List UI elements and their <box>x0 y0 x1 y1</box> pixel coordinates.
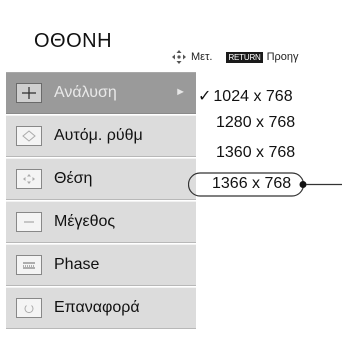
menu-item-label: Ανάλυση <box>54 84 117 101</box>
page-title: ΟΘΟΝΗ <box>34 30 113 52</box>
crosshair-icon <box>16 83 42 103</box>
menu-item-size[interactable]: Μέγεθος <box>6 201 196 243</box>
menu-item-auto-adjust[interactable]: Αυτόμ. ρύθμ <box>6 115 196 157</box>
menu-item-reset[interactable]: Επαναφορά <box>6 287 196 329</box>
settings-menu: Ανάλυση ► Αυτόμ. ρύθμ Θέση Μέγεθος Phase… <box>6 72 196 342</box>
menu-item-label: Θέση <box>54 170 93 187</box>
menu-item-position[interactable]: Θέση <box>6 158 196 200</box>
resolution-option-label: 1366 x 768 <box>212 175 292 192</box>
four-way-arrow-icon <box>172 50 186 64</box>
resolution-option-1280[interactable]: 1280 x 768 <box>216 114 295 132</box>
reset-icon <box>16 298 42 318</box>
resolution-option-1360[interactable]: 1360 x 768 <box>216 144 295 162</box>
size-icon <box>16 212 42 232</box>
move-hint-label: Μετ. <box>191 51 213 63</box>
menu-item-label: Επαναφορά <box>54 299 140 316</box>
menu-item-resolution[interactable]: Ανάλυση ► <box>6 72 196 114</box>
submenu-arrow-icon: ► <box>175 86 186 98</box>
menu-item-label: Phase <box>54 256 100 273</box>
menu-item-phase[interactable]: Phase <box>6 244 196 286</box>
resolution-option-1024[interactable]: ✓ 1024 x 768 <box>198 86 293 106</box>
return-hint-label: Προηγ <box>266 51 299 63</box>
resolution-option-1366[interactable]: 1366 x 768 <box>212 175 291 193</box>
resolution-option-label: 1024 x 768 <box>213 88 293 105</box>
return-key-badge: RETURN <box>226 51 263 63</box>
auto-adjust-icon <box>16 126 42 146</box>
resolution-option-label: 1280 x 768 <box>216 114 296 131</box>
menu-item-label: Μέγεθος <box>54 213 116 230</box>
key-hints: Μετ. RETURN Προηγ <box>172 50 299 64</box>
checkmark-icon: ✓ <box>198 88 212 105</box>
phase-icon <box>16 255 42 275</box>
resolution-option-label: 1360 x 768 <box>216 144 296 161</box>
position-icon <box>16 169 42 189</box>
menu-item-label: Αυτόμ. ρύθμ <box>54 127 143 144</box>
